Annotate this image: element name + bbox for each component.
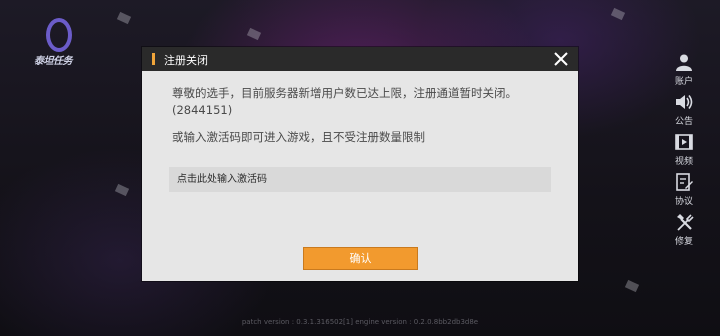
version-info: patch version : 0.3.1.316502[1] engine v… bbox=[241, 318, 479, 326]
repair-icon bbox=[677, 214, 694, 231]
logo-text: 泰坦任务 bbox=[34, 56, 73, 67]
agreement-icon bbox=[676, 173, 693, 191]
side-item-label: 协议 bbox=[674, 197, 693, 207]
header-accent-bar bbox=[152, 53, 155, 65]
video-icon bbox=[675, 134, 693, 150]
side-item-label: 账户 bbox=[674, 77, 693, 87]
side-item-account[interactable]: 账户 bbox=[648, 52, 720, 87]
side-item-label: 修复 bbox=[674, 237, 693, 247]
game-logo: 泰坦任务 bbox=[34, 18, 92, 67]
side-item-agreement[interactable]: 协议 bbox=[648, 172, 720, 207]
background-decoration bbox=[116, 11, 132, 25]
close-button[interactable] bbox=[552, 50, 570, 68]
activation-code-input[interactable] bbox=[169, 167, 551, 192]
background-decoration bbox=[246, 27, 262, 41]
side-item-repair[interactable]: 修复 bbox=[648, 212, 720, 247]
logo-ring-icon bbox=[46, 18, 72, 52]
background-decoration bbox=[114, 183, 130, 197]
confirm-button[interactable]: 确认 bbox=[303, 247, 418, 270]
background-decoration bbox=[610, 7, 626, 21]
side-item-label: 公告 bbox=[674, 117, 693, 127]
background-decoration bbox=[624, 279, 640, 293]
side-item-video[interactable]: 视频 bbox=[648, 132, 720, 167]
message-code: (2844151) bbox=[172, 103, 233, 117]
activation-hint: 或输入激活码即可进入游戏，且不受注册数量限制 bbox=[172, 130, 425, 144]
dialog-message: 尊敬的选手，目前服务器新增用户数已达上限，注册通道暂时关闭。 (2844151) bbox=[172, 85, 562, 119]
side-item-announcement[interactable]: 公告 bbox=[648, 92, 720, 127]
dialog-title: 注册关闭 bbox=[164, 54, 208, 67]
dialog-header: 注册关闭 bbox=[142, 47, 578, 71]
close-icon bbox=[554, 52, 568, 66]
message-line: 尊敬的选手，目前服务器新增用户数已达上限，注册通道暂时关闭。 bbox=[172, 86, 517, 100]
account-icon bbox=[676, 54, 692, 71]
side-item-label: 视频 bbox=[674, 157, 693, 167]
announcement-icon bbox=[676, 95, 693, 109]
registration-closed-dialog: 注册关闭 尊敬的选手，目前服务器新增用户数已达上限，注册通道暂时关闭。 (284… bbox=[142, 47, 578, 281]
